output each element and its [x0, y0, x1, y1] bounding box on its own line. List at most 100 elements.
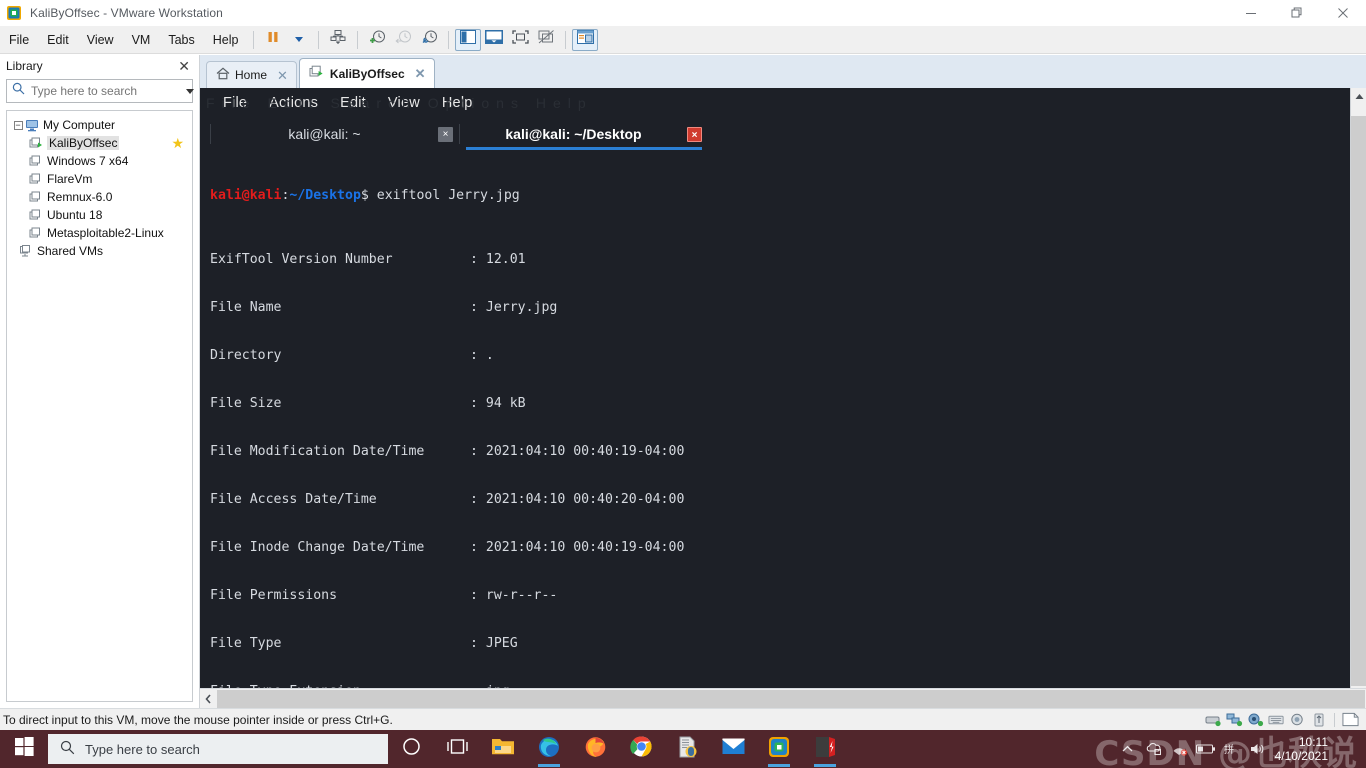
scrollbar-thumb[interactable]	[217, 689, 1365, 708]
taskbar-app-flash[interactable]	[802, 730, 848, 768]
suspend-button[interactable]	[260, 29, 286, 51]
tree-item-metasploitable2[interactable]: Metasploitable2-Linux	[7, 224, 192, 242]
menu-file[interactable]: File	[0, 29, 38, 51]
tree-item-my-computer[interactable]: − My Computer	[7, 116, 192, 134]
chevron-up-icon[interactable]	[1115, 730, 1141, 768]
usb-icon[interactable]	[1310, 712, 1327, 727]
taskbar-app-microsoft-edge[interactable]	[526, 730, 572, 768]
menu-view[interactable]: View	[78, 29, 123, 51]
terminal-menu-view[interactable]: View	[377, 95, 431, 111]
tree-item-ubuntu-18[interactable]: Ubuntu 18	[7, 206, 192, 224]
status-divider	[1334, 712, 1335, 727]
menu-edit[interactable]: Edit	[38, 29, 78, 51]
close-icon[interactable]: ×	[438, 126, 453, 142]
snapshot-manager-button[interactable]	[416, 29, 442, 51]
power-dropdown-button[interactable]	[286, 29, 312, 51]
output-value: Jerry.jpg	[485, 300, 558, 315]
close-button[interactable]	[1320, 0, 1366, 26]
unity-mode-button[interactable]	[533, 29, 559, 51]
close-icon[interactable]: ×	[687, 126, 702, 142]
terminal-menu-actions[interactable]: Actions	[258, 95, 329, 111]
taskbar-app-google-chrome[interactable]	[618, 730, 664, 768]
terminal-tab-desktop[interactable]: kali@kali: ~/Desktop ×	[460, 118, 708, 150]
tree-item-remnux[interactable]: Remnux-6.0	[7, 188, 192, 206]
tree-item-windows-7[interactable]: Windows 7 x64	[7, 152, 192, 170]
terminal-menu-edit[interactable]: Edit	[329, 95, 377, 111]
tree-item-label: KaliByOffsec	[47, 136, 120, 150]
keyboard-icon[interactable]	[1268, 712, 1285, 727]
scrollbar-thumb[interactable]	[1351, 116, 1366, 686]
take-snapshot-button[interactable]	[364, 29, 390, 51]
show-desktop-button[interactable]	[1336, 730, 1362, 768]
library-header: Library ✕	[0, 55, 199, 77]
taskbar-app-file-explorer[interactable]	[480, 730, 526, 768]
terminal-menu-file[interactable]: File	[212, 95, 258, 111]
start-button[interactable]	[0, 730, 48, 768]
cortana-circle-icon	[402, 737, 421, 761]
windows-taskbar: Type here to search 拼 10:11 4/10/2021	[0, 730, 1366, 768]
taskbar-clock[interactable]: 10:11 4/10/2021	[1271, 735, 1336, 763]
show-thumbnail-bar-button[interactable]	[481, 29, 507, 51]
thumbnail-bar-icon	[485, 30, 504, 49]
output-value: 2021:04:10 00:40:19-04:00	[485, 444, 685, 459]
onedrive-icon[interactable]	[1141, 730, 1167, 768]
restore-button[interactable]	[1274, 0, 1320, 26]
taskbar-app-firefox[interactable]	[572, 730, 618, 768]
battery-icon[interactable]	[1193, 730, 1219, 768]
volume-icon[interactable]	[1245, 730, 1271, 768]
file-explorer-icon	[491, 736, 515, 762]
taskbar-app-mail[interactable]	[710, 730, 756, 768]
terminal-menu-help[interactable]: Help	[431, 95, 484, 111]
menu-help[interactable]: Help	[204, 29, 248, 51]
scroll-up-icon[interactable]	[1351, 88, 1366, 105]
vm-tab-kalibyoffsec[interactable]: KaliByOffsec ✕	[298, 58, 435, 88]
fullscreen-button[interactable]	[507, 29, 533, 51]
chevron-down-icon[interactable]	[186, 88, 194, 94]
sound-icon[interactable]	[1247, 712, 1264, 727]
terminal-output[interactable]: kali@kali:~/Desktop$ exiftool Jerry.jpg …	[200, 150, 1350, 688]
cortana-button[interactable]	[388, 730, 434, 768]
toolbar-divider	[357, 30, 359, 49]
prompt-user: kali@kali	[210, 188, 282, 203]
task-view-button[interactable]	[434, 730, 480, 768]
webcam-icon[interactable]	[1289, 712, 1306, 727]
ime-icon[interactable]: 拼	[1219, 730, 1245, 768]
scroll-left-icon[interactable]	[200, 689, 217, 708]
favorite-star-icon[interactable]: ★	[171, 136, 184, 150]
taskbar-search-box[interactable]: Type here to search	[48, 734, 388, 764]
library-search-box[interactable]	[6, 79, 194, 103]
close-icon[interactable]: ✕	[175, 59, 193, 73]
network-icon[interactable]	[1226, 712, 1243, 727]
library-search-input[interactable]	[25, 84, 186, 98]
clock-date: 4/10/2021	[1274, 749, 1328, 763]
screen-icon[interactable]	[1342, 712, 1359, 727]
clock-plus-icon	[369, 29, 386, 50]
window-controls	[1228, 0, 1366, 26]
console-view-button[interactable]	[572, 28, 599, 51]
tree-item-shared-vms[interactable]: Shared VMs	[7, 242, 192, 260]
taskbar-app-vmware-workstation[interactable]	[756, 730, 802, 768]
menu-tabs[interactable]: Tabs	[159, 29, 203, 51]
vm-tab-home[interactable]: Home ✕	[206, 61, 297, 88]
tree-item-label: Remnux-6.0	[47, 190, 113, 204]
harddisk-icon[interactable]	[1205, 712, 1222, 727]
revert-snapshot-button[interactable]	[390, 29, 416, 51]
menu-vm[interactable]: VM	[123, 29, 160, 51]
network-error-icon[interactable]	[1167, 730, 1193, 768]
tree-item-kalibyoffsec[interactable]: KaliByOffsec ★	[7, 134, 192, 152]
show-library-button[interactable]	[455, 28, 482, 51]
close-icon[interactable]: ✕	[415, 67, 426, 80]
terminal-tab-home[interactable]: kali@kali: ~ ×	[211, 118, 459, 150]
vmware-workstation-icon	[768, 736, 790, 763]
tree-item-flarevm[interactable]: FlareVm	[7, 170, 192, 188]
horizontal-scrollbar[interactable]	[200, 688, 1366, 708]
vm-icon	[29, 209, 43, 222]
expander-toggle[interactable]: −	[11, 120, 25, 130]
taskbar-app-python-script[interactable]	[664, 730, 710, 768]
snapshot-button[interactable]	[325, 29, 351, 51]
terminal-tab-bar: kali@kali: ~ × kali@kali: ~/Desktop ×	[200, 118, 1350, 150]
minimize-button[interactable]	[1228, 0, 1274, 26]
vertical-scrollbar[interactable]	[1350, 88, 1366, 688]
close-icon[interactable]: ✕	[277, 69, 288, 82]
svg-text:拼: 拼	[1224, 743, 1234, 756]
